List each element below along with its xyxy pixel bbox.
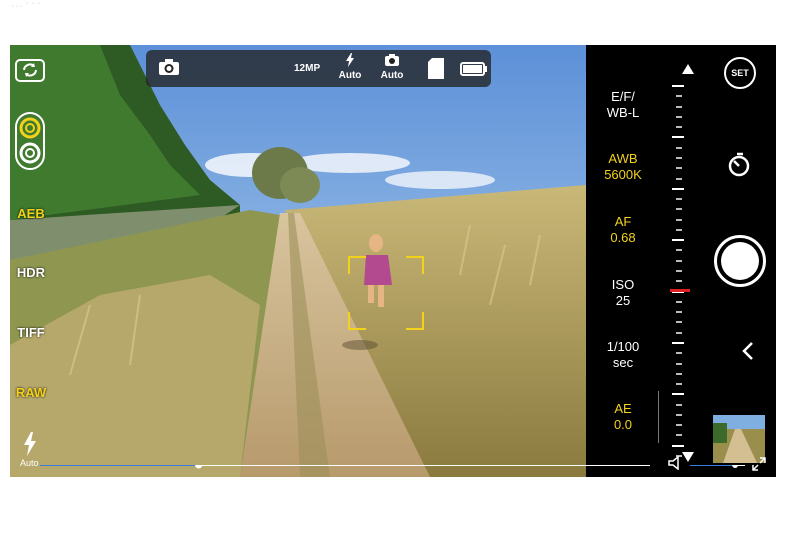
camera-mode-icon[interactable] <box>384 53 400 67</box>
mode-aeb[interactable]: AEB <box>10 206 52 221</box>
ruler-tick <box>676 403 682 406</box>
ruler-tick <box>676 198 682 201</box>
focus-setting[interactable]: AF 0.68 <box>586 214 660 246</box>
mode-raw[interactable]: RAW <box>10 385 52 400</box>
ruler-tick <box>676 259 682 262</box>
white-balance-value: 5600K <box>604 167 642 182</box>
ruler-tick <box>676 146 682 149</box>
ruler-tick <box>676 249 682 252</box>
focus-value: 0.68 <box>610 230 636 245</box>
top-status-bar: 12MP Auto Auto <box>146 50 491 87</box>
ruler-tick <box>676 208 682 211</box>
ruler-tick <box>676 156 682 159</box>
mode-tiff[interactable]: TIFF <box>10 325 52 340</box>
ruler-tick <box>672 393 684 396</box>
focus-mode-setting[interactable]: E/F/ WB-L <box>586 89 660 121</box>
timer-icon[interactable] <box>727 152 751 183</box>
shutter-button[interactable] <box>714 235 766 287</box>
flash-icon[interactable] <box>22 432 38 456</box>
ruler-tick <box>676 95 682 98</box>
ruler-tick <box>676 311 682 314</box>
sd-card-icon[interactable] <box>427 58 445 85</box>
ruler-tick <box>676 434 682 437</box>
ruler-tick <box>676 352 682 355</box>
settings-button[interactable]: SET <box>724 57 756 89</box>
viewfinder-scene <box>10 45 586 477</box>
volume-icon[interactable] <box>668 455 684 475</box>
iso-label: ISO <box>611 277 635 292</box>
ruler-tick <box>676 115 682 118</box>
exposure-setting[interactable]: AE 0.0 <box>586 401 660 433</box>
ruler-tick <box>676 228 682 231</box>
ruler-tick <box>676 167 682 170</box>
shutter-unit: sec <box>612 355 634 370</box>
faded-header-text: …··· <box>10 0 42 10</box>
ruler-tick <box>672 239 684 242</box>
camera-app-screen: AEB HDR TIFF RAW Auto 12MP Auto Auto E/F… <box>10 45 776 477</box>
ruler-up-arrow-icon[interactable] <box>682 61 694 79</box>
ruler-tick <box>672 444 684 447</box>
ruler-tick <box>672 85 684 87</box>
white-balance-setting[interactable]: AWB 5600K <box>586 151 660 183</box>
battery-icon <box>460 62 488 81</box>
white-balance-label: AWB <box>608 151 638 166</box>
camera-icon[interactable] <box>158 58 180 81</box>
ruler-tick <box>676 383 682 386</box>
ruler-tick <box>676 372 682 375</box>
viewfinder[interactable] <box>10 45 586 477</box>
ruler-tick <box>676 218 682 221</box>
ruler-tick <box>676 105 682 108</box>
camera-mode-label: Auto <box>380 70 404 81</box>
flash-setting-icon[interactable] <box>343 53 357 67</box>
focus-mode-line1: E/F/ <box>611 89 635 104</box>
shutter-value: 1/100 <box>606 339 640 354</box>
ruler-tick <box>676 126 682 129</box>
collapse-panel-chevron-icon[interactable] <box>742 341 754 366</box>
iso-value: 25 <box>615 293 631 308</box>
ruler-tick <box>672 187 684 190</box>
ruler-marker <box>670 288 690 292</box>
ruler-tick <box>676 362 682 365</box>
ruler-tick <box>676 331 682 334</box>
exposure-divider <box>658 391 659 443</box>
exposure-value: 0.0 <box>613 417 633 432</box>
shutter-setting[interactable]: 1/100 sec <box>586 339 660 371</box>
timeline-knob[interactable] <box>195 465 203 469</box>
flash-setting-label: Auto <box>338 70 362 81</box>
ruler-tick <box>676 300 682 303</box>
ruler-tick <box>672 136 684 139</box>
shutter-button-inner <box>721 242 759 280</box>
ruler-tick <box>676 321 682 324</box>
fullscreen-icon[interactable] <box>752 457 766 476</box>
adjustment-ruler[interactable] <box>670 85 690 457</box>
playback-timeline[interactable] <box>10 465 776 477</box>
ruler-tick <box>676 413 682 416</box>
iso-setting[interactable]: ISO 25 <box>586 277 660 309</box>
switch-camera-icon[interactable] <box>14 57 46 83</box>
ruler-tick <box>676 177 682 180</box>
ruler-tick <box>676 280 682 283</box>
gallery-thumbnail[interactable] <box>713 415 765 463</box>
volume-knob[interactable] <box>732 465 739 468</box>
right-control-panel: E/F/ WB-L AWB 5600K AF 0.68 ISO 25 1/100… <box>586 45 776 477</box>
ruler-tick <box>672 341 684 344</box>
focus-label: AF <box>614 214 632 229</box>
exposure-label: AE <box>614 401 632 416</box>
ruler-tick <box>676 270 682 272</box>
mode-hdr[interactable]: HDR <box>10 265 52 280</box>
focus-mode-line2: WB-L <box>606 105 640 120</box>
ruler-tick <box>676 424 682 427</box>
lens-selector-icon[interactable] <box>14 111 46 171</box>
resolution-label[interactable]: 12MP <box>294 63 320 74</box>
focus-bracket[interactable] <box>348 256 424 330</box>
